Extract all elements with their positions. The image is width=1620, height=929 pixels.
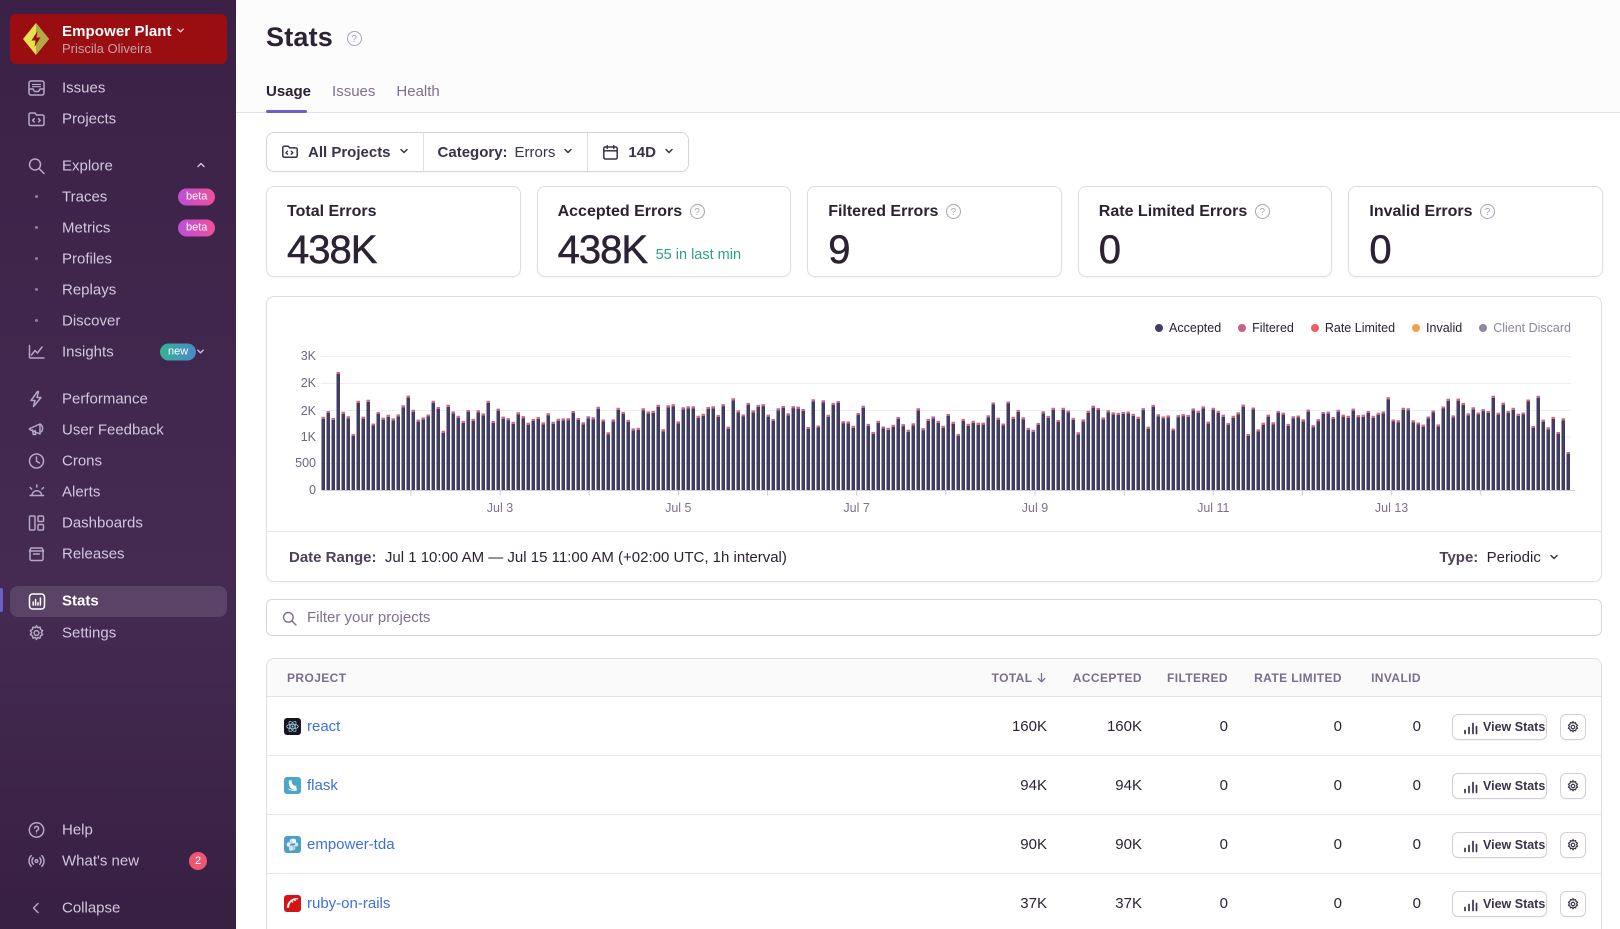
svg-text:Jul 7: Jul 7 <box>843 501 869 515</box>
svg-text:2K: 2K <box>301 404 317 418</box>
svg-text:3K: 3K <box>301 349 317 363</box>
svg-text:Jul 13: Jul 13 <box>1375 501 1408 515</box>
svg-text:Jul 9: Jul 9 <box>1022 501 1048 515</box>
svg-text:Jul 3: Jul 3 <box>487 501 513 515</box>
svg-text:500: 500 <box>295 456 316 470</box>
svg-text:Jul 11: Jul 11 <box>1197 501 1229 515</box>
svg-text:Jul 5: Jul 5 <box>665 501 691 515</box>
svg-text:2K: 2K <box>301 376 317 390</box>
svg-text:1K: 1K <box>301 430 317 444</box>
svg-text:0: 0 <box>309 483 316 497</box>
